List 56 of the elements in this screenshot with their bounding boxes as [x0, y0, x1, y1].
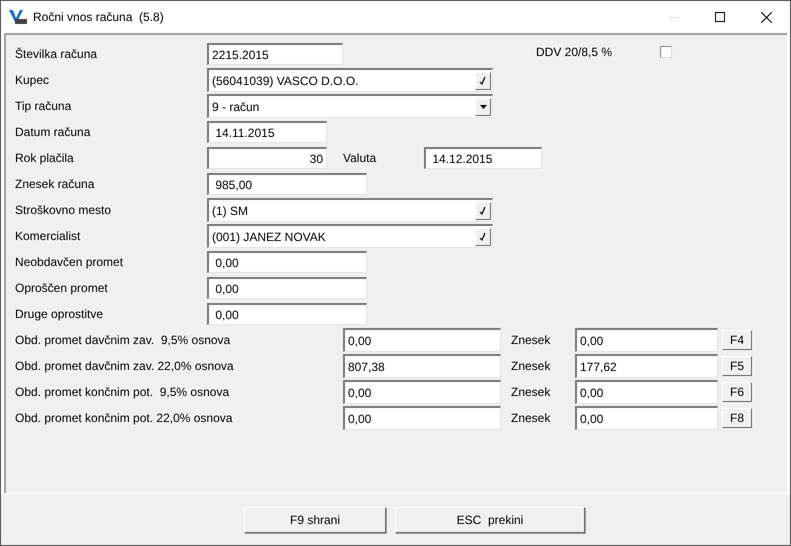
- vat-checkbox[interactable]: [660, 46, 672, 58]
- field-label: Tip računa: [15, 98, 72, 115]
- text-field[interactable]: 0,00: [343, 328, 501, 352]
- field-label: Valuta: [343, 150, 378, 167]
- field-label: Znesek: [511, 384, 552, 401]
- action-button[interactable]: ESC prekini: [395, 506, 585, 532]
- function-key-button[interactable]: F4: [722, 330, 752, 350]
- text-field[interactable]: 807,38: [343, 354, 501, 378]
- field-label: Znesek: [511, 410, 552, 427]
- text-field[interactable]: 0,00: [575, 328, 718, 352]
- text-field[interactable]: 2215.2015: [207, 43, 343, 65]
- field-label: Znesek: [511, 332, 552, 349]
- text-field[interactable]: 985,00: [207, 173, 367, 195]
- maximize-icon[interactable]: [715, 12, 725, 22]
- text-field[interactable]: 0,00: [343, 380, 501, 404]
- check-icon[interactable]: [475, 202, 491, 220]
- field-label: Kupec: [15, 72, 50, 89]
- text-field[interactable]: 14.12.2015: [424, 147, 542, 169]
- function-key-button[interactable]: F6: [722, 382, 752, 402]
- text-field[interactable]: 0,00: [575, 406, 718, 430]
- field-label: Druge oprostitve: [15, 306, 104, 323]
- field-label: Znesek: [511, 358, 552, 375]
- app-logo-icon: [9, 9, 27, 25]
- text-field[interactable]: 0,00: [207, 303, 367, 325]
- function-key-button[interactable]: F8: [722, 408, 752, 428]
- check-icon[interactable]: [475, 72, 491, 90]
- field-label: Komercialist: [15, 228, 82, 245]
- field-label: Neobdavčen promet: [15, 254, 124, 271]
- vat-label: DDV 20/8,5 %: [536, 44, 612, 61]
- dropdown-field[interactable]: 9 - račun: [207, 94, 493, 118]
- text-field[interactable]: 177,62: [575, 354, 718, 378]
- caret-icon[interactable]: [475, 98, 491, 116]
- text-field[interactable]: 0,00: [207, 251, 367, 273]
- lookup-field[interactable]: (56041039) VASCO D.O.O.: [207, 68, 493, 92]
- text-field[interactable]: 0,00: [575, 380, 718, 404]
- window-title: Ročni vnos računa (5.8): [33, 9, 164, 26]
- field-label: Datum računa: [15, 124, 92, 141]
- text-field[interactable]: 0,00: [343, 406, 501, 430]
- lookup-field[interactable]: (001) JANEZ NOVAK: [207, 224, 493, 248]
- field-label: Obd. promet končnim pot. 22,0% osnova: [15, 410, 234, 427]
- action-button[interactable]: F9 shrani: [244, 506, 386, 532]
- field-label: Obd. promet končnim pot. 9,5% osnova: [15, 384, 230, 401]
- lookup-field[interactable]: (1) SM: [207, 198, 493, 222]
- field-label: Obd. promet davčnim zav. 9,5% osnova: [15, 332, 232, 349]
- check-icon[interactable]: [475, 228, 491, 246]
- field-label: Številka računa: [15, 46, 98, 63]
- number-field[interactable]: 30: [207, 147, 327, 169]
- text-field[interactable]: 0,00: [207, 277, 367, 299]
- field-label: Obd. promet davčnim zav. 22,0% osnova: [15, 358, 235, 375]
- function-key-button[interactable]: F5: [722, 356, 752, 376]
- field-label: Znesek računa: [15, 176, 96, 193]
- close-icon[interactable]: [761, 12, 772, 22]
- field-label: Oproščen promet: [15, 280, 109, 297]
- text-field[interactable]: 14.11.2015: [207, 121, 327, 143]
- field-label: Rok plačila: [15, 150, 75, 167]
- field-label: Stroškovno mesto: [15, 202, 112, 219]
